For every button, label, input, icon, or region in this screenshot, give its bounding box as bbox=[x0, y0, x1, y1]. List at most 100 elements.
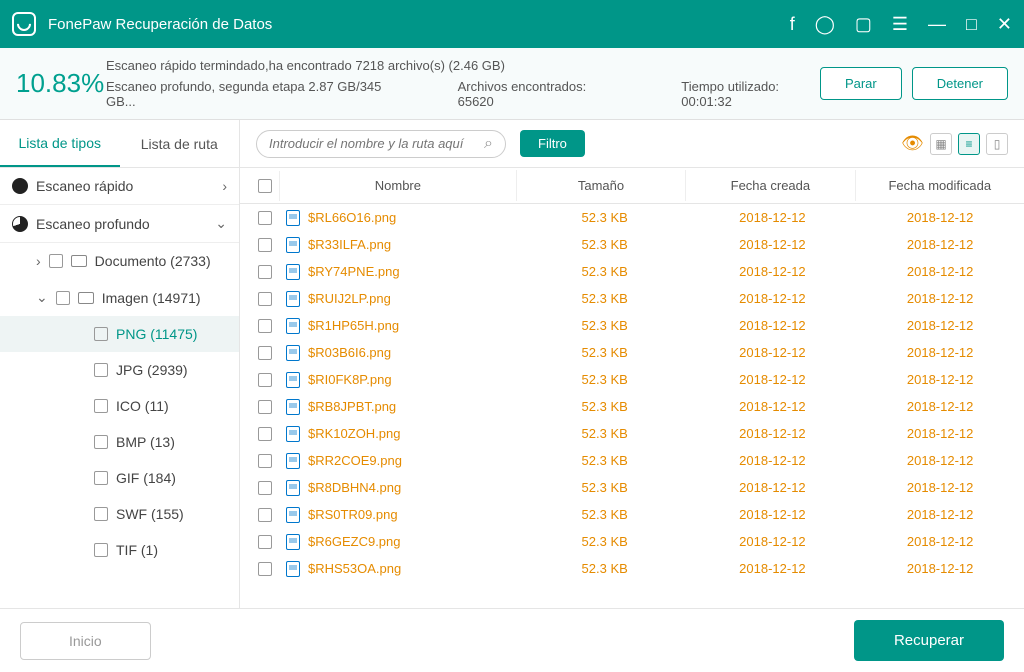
table-row[interactable]: $RS0TR09.png52.3 KB2018-12-122018-12-12 bbox=[240, 501, 1024, 528]
table-row[interactable]: $RB8JPBT.png52.3 KB2018-12-122018-12-12 bbox=[240, 393, 1024, 420]
app-title: FonePaw Recuperación de Datos bbox=[48, 16, 790, 33]
file-modified: 2018-12-12 bbox=[856, 264, 1024, 279]
row-checkbox[interactable] bbox=[258, 562, 272, 576]
row-checkbox[interactable] bbox=[258, 346, 272, 360]
table-row[interactable]: $RUIJ2LP.png52.3 KB2018-12-122018-12-12 bbox=[240, 285, 1024, 312]
checkbox[interactable] bbox=[94, 327, 108, 341]
filter-button[interactable]: Filtro bbox=[520, 130, 585, 157]
tab-path[interactable]: Lista de ruta bbox=[120, 120, 240, 167]
home-button[interactable]: Inicio bbox=[20, 622, 151, 660]
table-row[interactable]: $RI0FK8P.png52.3 KB2018-12-122018-12-12 bbox=[240, 366, 1024, 393]
checkbox[interactable] bbox=[94, 363, 108, 377]
tree-ico[interactable]: ICO (11) bbox=[0, 388, 239, 424]
checkbox[interactable] bbox=[94, 543, 108, 557]
table-row[interactable]: $R1HP65H.png52.3 KB2018-12-122018-12-12 bbox=[240, 312, 1024, 339]
footer: Inicio Recuperar bbox=[0, 608, 1024, 672]
checkbox[interactable] bbox=[49, 254, 63, 268]
maximize-icon[interactable]: □ bbox=[966, 14, 977, 35]
row-checkbox[interactable] bbox=[258, 481, 272, 495]
tree-gif[interactable]: GIF (184) bbox=[0, 460, 239, 496]
file-name: $R8DBHN4.png bbox=[308, 480, 401, 495]
row-checkbox[interactable] bbox=[258, 535, 272, 549]
tab-types[interactable]: Lista de tipos bbox=[0, 120, 120, 167]
table-row[interactable]: $RL66O16.png52.3 KB2018-12-122018-12-12 bbox=[240, 204, 1024, 231]
help-icon[interactable]: ◯ bbox=[815, 14, 835, 35]
row-checkbox[interactable] bbox=[258, 319, 272, 333]
view-list-icon[interactable]: ≡ bbox=[958, 133, 980, 155]
row-checkbox[interactable] bbox=[258, 292, 272, 306]
table-row[interactable]: $RK10ZOH.png52.3 KB2018-12-122018-12-12 bbox=[240, 420, 1024, 447]
row-checkbox[interactable] bbox=[258, 400, 272, 414]
view-detail-icon[interactable]: ▯ bbox=[986, 133, 1008, 155]
tree-imagen[interactable]: ⌄ Imagen (14971) bbox=[0, 279, 239, 316]
file-name: $RUIJ2LP.png bbox=[308, 291, 391, 306]
file-created: 2018-12-12 bbox=[689, 507, 857, 522]
search-box[interactable]: ⌕ bbox=[256, 130, 506, 158]
row-checkbox[interactable] bbox=[258, 211, 272, 225]
file-modified: 2018-12-12 bbox=[856, 453, 1024, 468]
file-size: 52.3 KB bbox=[521, 399, 689, 414]
checkbox[interactable] bbox=[94, 399, 108, 413]
tree-png[interactable]: PNG (11475) bbox=[0, 316, 239, 352]
titlebar: FonePaw Recuperación de Datos f ◯ ▢ ☰ — … bbox=[0, 0, 1024, 48]
menu-icon[interactable]: ☰ bbox=[892, 14, 908, 35]
tree-tif[interactable]: TIF (1) bbox=[0, 532, 239, 568]
time-elapsed: Tiempo utilizado: 00:01:32 bbox=[681, 79, 820, 109]
file-list[interactable]: $RL66O16.png52.3 KB2018-12-122018-12-12$… bbox=[240, 204, 1024, 608]
search-input[interactable] bbox=[269, 136, 484, 151]
close-icon[interactable]: ✕ bbox=[997, 14, 1012, 35]
tree-documento[interactable]: › Documento (2733) bbox=[0, 243, 239, 279]
main-panel: ⌕ Filtro 👁 ▦ ≡ ▯ Nombre Tamaño Fecha cre… bbox=[240, 120, 1024, 608]
checkbox[interactable] bbox=[94, 435, 108, 449]
tree-quick-scan[interactable]: Escaneo rápido › bbox=[0, 168, 239, 205]
file-icon bbox=[286, 318, 300, 334]
select-all-checkbox[interactable] bbox=[258, 179, 272, 193]
file-name: $R33ILFA.png bbox=[308, 237, 391, 252]
table-row[interactable]: $RY74PNE.png52.3 KB2018-12-122018-12-12 bbox=[240, 258, 1024, 285]
row-checkbox[interactable] bbox=[258, 427, 272, 441]
save-icon[interactable]: ▢ bbox=[855, 14, 872, 35]
recover-button[interactable]: Recuperar bbox=[854, 620, 1004, 661]
tree-jpg[interactable]: JPG (2939) bbox=[0, 352, 239, 388]
stop-button[interactable]: Detener bbox=[912, 67, 1008, 100]
table-row[interactable]: $RHS53OA.png52.3 KB2018-12-122018-12-12 bbox=[240, 555, 1024, 582]
file-modified: 2018-12-12 bbox=[856, 318, 1024, 333]
table-row[interactable]: $R6GEZC9.png52.3 KB2018-12-122018-12-12 bbox=[240, 528, 1024, 555]
table-row[interactable]: $R03B6I6.png52.3 KB2018-12-122018-12-12 bbox=[240, 339, 1024, 366]
file-size: 52.3 KB bbox=[521, 264, 689, 279]
preview-toggle-icon[interactable]: 👁 bbox=[901, 133, 924, 154]
row-checkbox[interactable] bbox=[258, 238, 272, 252]
facebook-icon[interactable]: f bbox=[790, 14, 795, 35]
table-row[interactable]: $RR2COE9.png52.3 KB2018-12-122018-12-12 bbox=[240, 447, 1024, 474]
col-modified[interactable]: Fecha modificada bbox=[856, 170, 1024, 201]
row-checkbox[interactable] bbox=[258, 454, 272, 468]
file-modified: 2018-12-12 bbox=[856, 480, 1024, 495]
table-row[interactable]: $R33ILFA.png52.3 KB2018-12-122018-12-12 bbox=[240, 231, 1024, 258]
row-checkbox[interactable] bbox=[258, 373, 272, 387]
tree-swf[interactable]: SWF (155) bbox=[0, 496, 239, 532]
row-checkbox[interactable] bbox=[258, 508, 272, 522]
file-created: 2018-12-12 bbox=[689, 291, 857, 306]
col-size[interactable]: Tamaño bbox=[517, 170, 686, 201]
files-found: Archivos encontrados: 65620 bbox=[458, 79, 612, 109]
pause-button[interactable]: Parar bbox=[820, 67, 902, 100]
table-row[interactable]: $R8DBHN4.png52.3 KB2018-12-122018-12-12 bbox=[240, 474, 1024, 501]
tree-deep-scan[interactable]: Escaneo profundo ⌄ bbox=[0, 205, 239, 243]
file-name: $RL66O16.png bbox=[308, 210, 396, 225]
checkbox[interactable] bbox=[56, 291, 70, 305]
view-grid-icon[interactable]: ▦ bbox=[930, 133, 952, 155]
file-created: 2018-12-12 bbox=[689, 561, 857, 576]
search-icon[interactable]: ⌕ bbox=[484, 135, 493, 153]
file-size: 52.3 KB bbox=[521, 453, 689, 468]
row-checkbox[interactable] bbox=[258, 265, 272, 279]
file-icon bbox=[286, 345, 300, 361]
checkbox[interactable] bbox=[94, 507, 108, 521]
minimize-icon[interactable]: — bbox=[928, 14, 946, 35]
col-created[interactable]: Fecha creada bbox=[686, 170, 855, 201]
file-created: 2018-12-12 bbox=[689, 264, 857, 279]
check-partial-icon bbox=[12, 216, 28, 232]
file-modified: 2018-12-12 bbox=[856, 291, 1024, 306]
tree-bmp[interactable]: BMP (13) bbox=[0, 424, 239, 460]
checkbox[interactable] bbox=[94, 471, 108, 485]
col-name[interactable]: Nombre bbox=[280, 170, 517, 201]
